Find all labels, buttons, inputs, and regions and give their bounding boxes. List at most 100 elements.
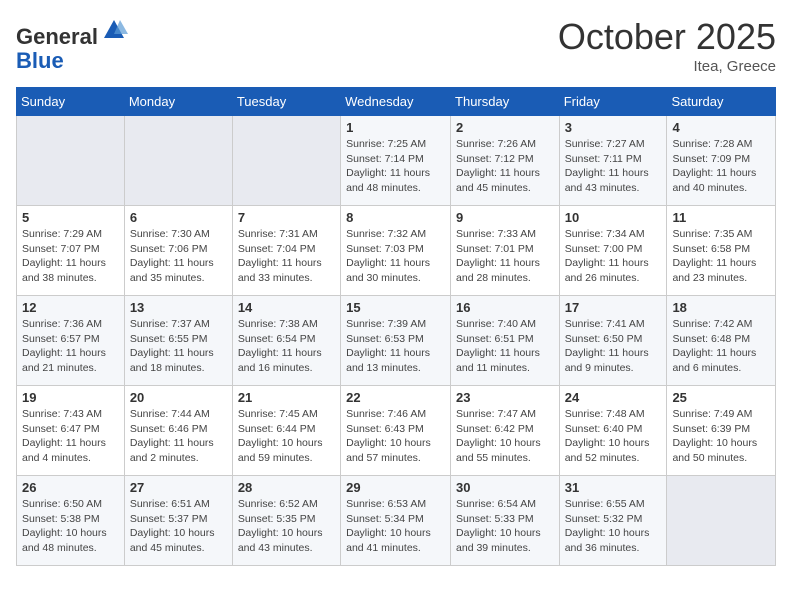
table-row: 4 Sunrise: 7:28 AM Sunset: 7:09 PM Daylig…: [667, 116, 776, 206]
table-row: 12 Sunrise: 7:36 AM Sunset: 6:57 PM Dayli…: [17, 296, 125, 386]
day-detail: Sunrise: 7:27 AM Sunset: 7:11 PM Dayligh…: [565, 137, 662, 196]
day-number: 9: [456, 210, 554, 225]
day-detail: Sunrise: 7:49 AM Sunset: 6:39 PM Dayligh…: [672, 407, 770, 466]
day-number: 19: [22, 390, 119, 405]
table-row: 24Sunrise: 7:48 AM Sunset: 6:40 PM Dayli…: [559, 386, 667, 476]
table-row: 22Sunrise: 7:46 AM Sunset: 6:43 PM Dayli…: [341, 386, 451, 476]
table-row: 5Sunrise: 7:29 AM Sunset: 7:07 PM Daylig…: [17, 206, 125, 296]
location: Itea, Greece: [558, 58, 776, 75]
day-number: 10: [565, 210, 662, 225]
day-number: 2: [456, 120, 554, 135]
day-number: 21: [238, 390, 335, 405]
day-detail: Sunrise: 6:52 AM Sunset: 5:35 PM Dayligh…: [238, 497, 335, 556]
day-detail: Sunrise: 7:29 AM Sunset: 7:07 PM Dayligh…: [22, 227, 119, 286]
logo-icon: [100, 16, 128, 44]
day-number: 17: [565, 300, 662, 315]
calendar-week-row: 5Sunrise: 7:29 AM Sunset: 7:07 PM Daylig…: [17, 206, 776, 296]
calendar-header: Sunday Monday Tuesday Wednesday Thursday…: [17, 88, 776, 116]
day-number: 7: [238, 210, 335, 225]
day-detail: Sunrise: 7:34 AM Sunset: 7:00 PM Dayligh…: [565, 227, 662, 286]
day-number: 8: [346, 210, 445, 225]
calendar-week-row: 26 Sunrise: 6:50 AM Sunset: 5:38 PM Dayli…: [17, 476, 776, 566]
day-number: 30: [456, 480, 554, 495]
table-row: 21 Sunrise: 7:45 AM Sunset: 6:44 PM Dayli…: [232, 386, 340, 476]
day-detail: Sunrise: 7:45 AM Sunset: 6:44 PM Dayligh…: [238, 407, 335, 466]
day-number: 22: [346, 390, 445, 405]
table-row: 3 Sunrise: 7:27 AM Sunset: 7:11 PM Daylig…: [559, 116, 667, 206]
day-number: 1: [346, 120, 445, 135]
day-number: 12: [22, 300, 119, 315]
table-row: 9 Sunrise: 7:33 AM Sunset: 7:01 PM Daylig…: [451, 206, 560, 296]
calendar-week-row: 1 Sunrise: 7:25 AM Sunset: 7:14 PM Daylig…: [17, 116, 776, 206]
day-number: 31: [565, 480, 662, 495]
day-number: 14: [238, 300, 335, 315]
col-tuesday: Tuesday: [232, 88, 340, 116]
table-row: 14Sunrise: 7:38 AM Sunset: 6:54 PM Dayli…: [232, 296, 340, 386]
table-row: 20 Sunrise: 7:44 AM Sunset: 6:46 PM Dayli…: [124, 386, 232, 476]
page-header: General Blue October 2025 Itea, Greece: [16, 16, 776, 75]
logo-general: General: [16, 24, 98, 49]
day-number: 3: [565, 120, 662, 135]
day-detail: Sunrise: 7:36 AM Sunset: 6:57 PM Dayligh…: [22, 317, 119, 376]
day-detail: Sunrise: 7:40 AM Sunset: 6:51 PM Dayligh…: [456, 317, 554, 376]
table-row: 13 Sunrise: 7:37 AM Sunset: 6:55 PM Dayli…: [124, 296, 232, 386]
day-detail: Sunrise: 7:32 AM Sunset: 7:03 PM Dayligh…: [346, 227, 445, 286]
day-number: 20: [130, 390, 227, 405]
table-row: 8 Sunrise: 7:32 AM Sunset: 7:03 PM Daylig…: [341, 206, 451, 296]
day-number: 25: [672, 390, 770, 405]
table-row: 16 Sunrise: 7:40 AM Sunset: 6:51 PM Dayli…: [451, 296, 560, 386]
day-detail: Sunrise: 7:37 AM Sunset: 6:55 PM Dayligh…: [130, 317, 227, 376]
day-number: 28: [238, 480, 335, 495]
day-number: 15: [346, 300, 445, 315]
table-row: 1 Sunrise: 7:25 AM Sunset: 7:14 PM Daylig…: [341, 116, 451, 206]
day-detail: Sunrise: 6:51 AM Sunset: 5:37 PM Dayligh…: [130, 497, 227, 556]
day-number: 11: [672, 210, 770, 225]
day-number: 29: [346, 480, 445, 495]
day-number: 27: [130, 480, 227, 495]
month-title: October 2025: [558, 16, 776, 58]
day-detail: Sunrise: 7:26 AM Sunset: 7:12 PM Dayligh…: [456, 137, 554, 196]
day-detail: Sunrise: 7:31 AM Sunset: 7:04 PM Dayligh…: [238, 227, 335, 286]
day-number: 23: [456, 390, 554, 405]
table-row: 25 Sunrise: 7:49 AM Sunset: 6:39 PM Dayli…: [667, 386, 776, 476]
table-row: [232, 116, 340, 206]
calendar-week-row: 19 Sunrise: 7:43 AM Sunset: 6:47 PM Dayli…: [17, 386, 776, 476]
day-number: 13: [130, 300, 227, 315]
table-row: 26 Sunrise: 6:50 AM Sunset: 5:38 PM Dayli…: [17, 476, 125, 566]
table-row: 15 Sunrise: 7:39 AM Sunset: 6:53 PM Dayli…: [341, 296, 451, 386]
day-detail: Sunrise: 6:50 AM Sunset: 5:38 PM Dayligh…: [22, 497, 119, 556]
day-number: 6: [130, 210, 227, 225]
col-friday: Friday: [559, 88, 667, 116]
table-row: [124, 116, 232, 206]
col-thursday: Thursday: [451, 88, 560, 116]
calendar-week-row: 12 Sunrise: 7:36 AM Sunset: 6:57 PM Dayli…: [17, 296, 776, 386]
table-row: 18Sunrise: 7:42 AM Sunset: 6:48 PM Dayli…: [667, 296, 776, 386]
calendar-body: 1 Sunrise: 7:25 AM Sunset: 7:14 PM Daylig…: [17, 116, 776, 566]
day-number: 26: [22, 480, 119, 495]
day-number: 16: [456, 300, 554, 315]
table-row: [667, 476, 776, 566]
day-detail: Sunrise: 7:41 AM Sunset: 6:50 PM Dayligh…: [565, 317, 662, 376]
day-detail: Sunrise: 6:54 AM Sunset: 5:33 PM Dayligh…: [456, 497, 554, 556]
logo-blue: Blue: [16, 48, 64, 73]
header-row: Sunday Monday Tuesday Wednesday Thursday…: [17, 88, 776, 116]
table-row: 6Sunrise: 7:30 AM Sunset: 7:06 PM Daylig…: [124, 206, 232, 296]
day-detail: Sunrise: 7:33 AM Sunset: 7:01 PM Dayligh…: [456, 227, 554, 286]
col-saturday: Saturday: [667, 88, 776, 116]
day-detail: Sunrise: 7:47 AM Sunset: 6:42 PM Dayligh…: [456, 407, 554, 466]
day-number: 4: [672, 120, 770, 135]
col-sunday: Sunday: [17, 88, 125, 116]
day-detail: Sunrise: 7:28 AM Sunset: 7:09 PM Dayligh…: [672, 137, 770, 196]
table-row: 2 Sunrise: 7:26 AM Sunset: 7:12 PM Daylig…: [451, 116, 560, 206]
table-row: 27 Sunrise: 6:51 AM Sunset: 5:37 PM Dayli…: [124, 476, 232, 566]
day-detail: Sunrise: 6:55 AM Sunset: 5:32 PM Dayligh…: [565, 497, 662, 556]
day-detail: Sunrise: 6:53 AM Sunset: 5:34 PM Dayligh…: [346, 497, 445, 556]
day-detail: Sunrise: 7:44 AM Sunset: 6:46 PM Dayligh…: [130, 407, 227, 466]
day-detail: Sunrise: 7:39 AM Sunset: 6:53 PM Dayligh…: [346, 317, 445, 376]
table-row: 29 Sunrise: 6:53 AM Sunset: 5:34 PM Dayli…: [341, 476, 451, 566]
table-row: 31 Sunrise: 6:55 AM Sunset: 5:32 PM Dayli…: [559, 476, 667, 566]
day-detail: Sunrise: 7:25 AM Sunset: 7:14 PM Dayligh…: [346, 137, 445, 196]
day-detail: Sunrise: 7:43 AM Sunset: 6:47 PM Dayligh…: [22, 407, 119, 466]
table-row: 7 Sunrise: 7:31 AM Sunset: 7:04 PM Daylig…: [232, 206, 340, 296]
day-detail: Sunrise: 7:42 AM Sunset: 6:48 PM Dayligh…: [672, 317, 770, 376]
